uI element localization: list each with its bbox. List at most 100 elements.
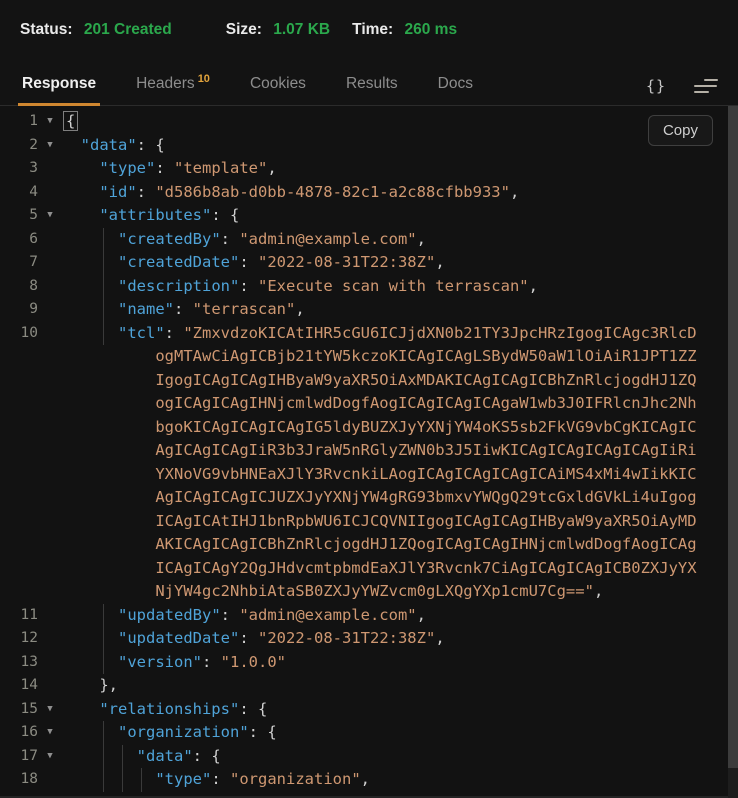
code-line-text: "tcl": "ZmxvdzoKICAtIHR5cGU6ICJjdXN0b21T… bbox=[62, 322, 697, 346]
fold-toggle-icon[interactable]: ▼ bbox=[38, 698, 62, 722]
tab-docs-label: Docs bbox=[438, 75, 473, 92]
copy-button[interactable]: Copy bbox=[648, 115, 713, 146]
fold-toggle-icon bbox=[38, 627, 62, 651]
line-number: 13 bbox=[0, 651, 38, 675]
tab-cookies[interactable]: Cookies bbox=[248, 75, 308, 105]
indent-guide bbox=[103, 251, 104, 275]
line-number: 1 bbox=[0, 110, 38, 134]
code-line-text: "id": "d586b8ab-d0bb-4878-82c1-a2c88cfbb… bbox=[62, 181, 519, 205]
indent-guide bbox=[103, 768, 104, 792]
code-row: 15▼ "relationships": { bbox=[0, 698, 738, 722]
tab-headers[interactable]: Headers10 bbox=[134, 75, 212, 105]
code-row: 1▼{ bbox=[0, 110, 738, 134]
code-line-text: YXNoVG9vbHNEaXJlY3RvcnkiLAogICAgICAgICAg… bbox=[62, 463, 697, 487]
code-row: bgoKICAgICAgICAgIG5ldyBUZXJyYXNjYW4oKS5s… bbox=[0, 416, 738, 440]
code-row: 6 "createdBy": "admin@example.com", bbox=[0, 228, 738, 252]
code-line-text: "name": "terrascan", bbox=[62, 298, 305, 322]
code-row: 14 }, bbox=[0, 674, 738, 698]
status-value: 201 Created bbox=[84, 21, 172, 38]
code-line-text: }, bbox=[62, 674, 118, 698]
fold-toggle-icon bbox=[38, 557, 62, 581]
code-row: ogICAgICAgIHNjcmlwdDogfAogICAgICAgICAgaW… bbox=[0, 392, 738, 416]
code-row: ogMTAwCiAgICBjb21tYW5kczoKICAgICAgLSBydW… bbox=[0, 345, 738, 369]
code-line-text: "updatedDate": "2022-08-31T22:38Z", bbox=[62, 627, 445, 651]
time-label: Time: bbox=[352, 21, 393, 38]
time-pair: Time: 260 ms bbox=[352, 21, 457, 39]
line-number: 3 bbox=[0, 157, 38, 181]
code-line-text: ogMTAwCiAgICBjb21tYW5kczoKICAgICAgLSBydW… bbox=[62, 345, 697, 369]
line-number: 16 bbox=[0, 721, 38, 745]
fold-toggle-icon[interactable]: ▼ bbox=[38, 721, 62, 745]
fold-toggle-icon bbox=[38, 463, 62, 487]
fold-toggle-icon bbox=[38, 345, 62, 369]
line-number bbox=[0, 345, 38, 369]
code-row: 3 "type": "template", bbox=[0, 157, 738, 181]
fold-toggle-icon[interactable]: ▼ bbox=[38, 204, 62, 228]
code-line-text: ICAgICAgY2QgJHdvcmtpbmdEaXJlY3Rvcnk7CiAg… bbox=[62, 557, 697, 581]
line-number: 17 bbox=[0, 745, 38, 769]
status-label: Status: bbox=[20, 21, 73, 38]
code-row: AKICAgICAgICBhZnRlcjogdHJ1ZQogICAgICAgIH… bbox=[0, 533, 738, 557]
code-row: 13 "version": "1.0.0" bbox=[0, 651, 738, 675]
indent-guide bbox=[141, 768, 142, 792]
code-row: 16▼ "organization": { bbox=[0, 721, 738, 745]
fold-toggle-icon[interactable]: ▼ bbox=[38, 745, 62, 769]
line-number bbox=[0, 369, 38, 393]
headers-count-badge: 10 bbox=[198, 73, 210, 85]
scrollbar-thumb[interactable] bbox=[728, 106, 738, 768]
line-number bbox=[0, 580, 38, 604]
vertical-scrollbar[interactable] bbox=[728, 106, 738, 798]
fold-toggle-icon[interactable]: ▼ bbox=[38, 110, 62, 134]
code-row: 4 "id": "d586b8ab-d0bb-4878-82c1-a2c88cf… bbox=[0, 181, 738, 205]
code-line-text: "relationships": { bbox=[62, 698, 267, 722]
code-line-text: bgoKICAgICAgICAgIG5ldyBUZXJyYXNjYW4oKS5s… bbox=[62, 416, 697, 440]
line-number bbox=[0, 416, 38, 440]
fold-toggle-icon bbox=[38, 275, 62, 299]
tab-response-label: Response bbox=[22, 75, 96, 92]
fold-toggle-icon bbox=[38, 674, 62, 698]
fold-toggle-icon bbox=[38, 416, 62, 440]
code-row: ICAgICAgY2QgJHdvcmtpbmdEaXJlY3Rvcnk7CiAg… bbox=[0, 557, 738, 581]
indent-guide bbox=[103, 298, 104, 322]
tab-results[interactable]: Results bbox=[344, 75, 400, 105]
code-row: 10 "tcl": "ZmxvdzoKICAtIHR5cGU6ICJjdXN0b… bbox=[0, 322, 738, 346]
line-number: 4 bbox=[0, 181, 38, 205]
code-rows: 1▼{2▼ "data": {3 "type": "template",4 "i… bbox=[0, 110, 738, 792]
code-line-text: ICAgICAtIHJ1bnRpbWU6ICJCQVNIIgogICAgICAg… bbox=[62, 510, 697, 534]
fold-toggle-icon bbox=[38, 580, 62, 604]
line-number bbox=[0, 486, 38, 510]
tab-cookies-label: Cookies bbox=[250, 75, 306, 92]
fold-toggle-icon bbox=[38, 533, 62, 557]
line-number bbox=[0, 557, 38, 581]
tab-response[interactable]: Response bbox=[20, 75, 98, 105]
hamburger-menu-icon[interactable] bbox=[694, 79, 718, 93]
tab-headers-label: Headers bbox=[136, 75, 195, 92]
fold-toggle-icon bbox=[38, 369, 62, 393]
line-number bbox=[0, 533, 38, 557]
code-line-text: "createdBy": "admin@example.com", bbox=[62, 228, 426, 252]
response-tab-bar: Response Headers10 Cookies Results Docs … bbox=[0, 63, 738, 106]
line-number: 10 bbox=[0, 322, 38, 346]
code-line-text: AKICAgICAgICBhZnRlcjogdHJ1ZQogICAgICAgIH… bbox=[62, 533, 697, 557]
line-number bbox=[0, 463, 38, 487]
size-value: 1.07 KB bbox=[273, 21, 330, 38]
fold-toggle-icon bbox=[38, 298, 62, 322]
code-row: AgICAgICAgIiR3b3JraW5nRGlyZWN0b3J5IiwKIC… bbox=[0, 439, 738, 463]
code-line-text: ogICAgICAgIHNjcmlwdDogfAogICAgICAgICAgaW… bbox=[62, 392, 697, 416]
indent-guide bbox=[103, 228, 104, 252]
code-line-text: { bbox=[62, 110, 78, 134]
time-value: 260 ms bbox=[405, 21, 458, 38]
tab-results-label: Results bbox=[346, 75, 398, 92]
fold-toggle-icon[interactable]: ▼ bbox=[38, 134, 62, 158]
fold-toggle-icon bbox=[38, 181, 62, 205]
tab-docs[interactable]: Docs bbox=[436, 75, 475, 105]
line-number: 14 bbox=[0, 674, 38, 698]
code-line-text: AgICAgICAgICJUZXJyYXNjYW4gRG93bmxvYWQgQ2… bbox=[62, 486, 697, 510]
format-code-icon[interactable]: {} bbox=[646, 77, 666, 95]
tab-bar-actions: {} bbox=[646, 77, 718, 105]
code-row: 9 "name": "terrascan", bbox=[0, 298, 738, 322]
line-number: 9 bbox=[0, 298, 38, 322]
fold-toggle-icon bbox=[38, 228, 62, 252]
line-number: 5 bbox=[0, 204, 38, 228]
response-meta-bar: Status: 201 Created Size: 1.07 KB Time: … bbox=[0, 0, 738, 45]
